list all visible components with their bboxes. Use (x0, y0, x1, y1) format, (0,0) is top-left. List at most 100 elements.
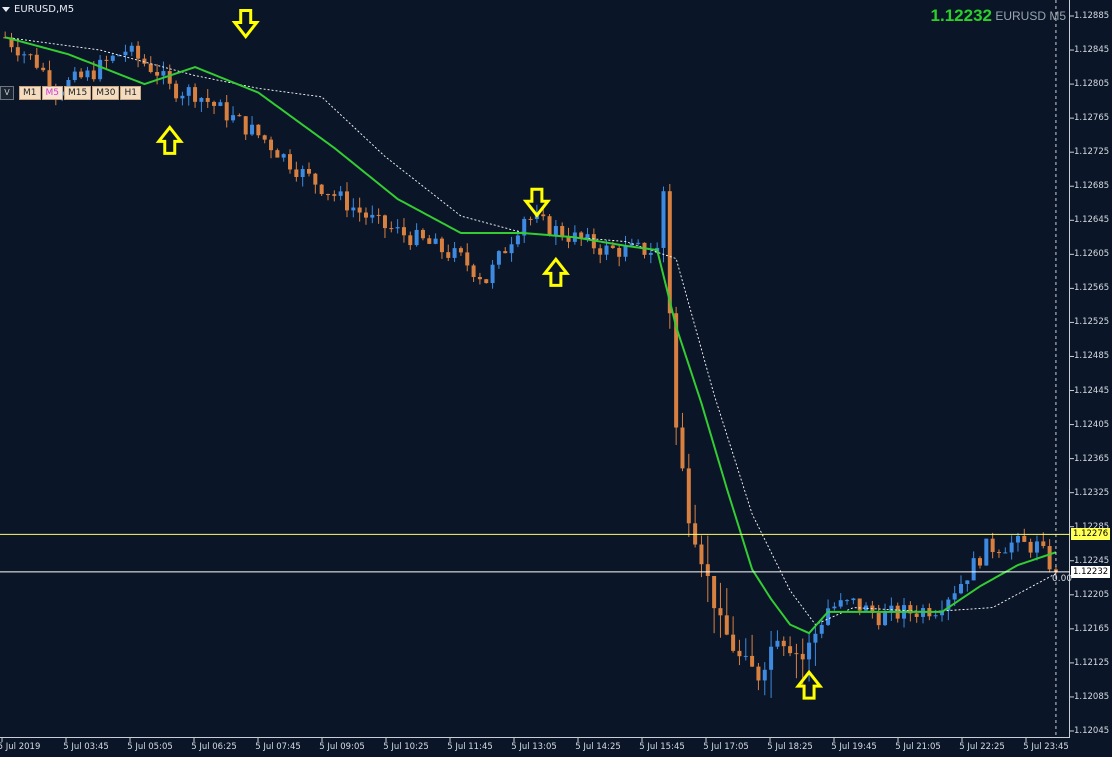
candle-body (237, 115, 242, 117)
candle-body (845, 600, 850, 602)
candle-body (636, 242, 641, 244)
candle-body (807, 642, 812, 660)
chart-canvas[interactable] (0, 0, 1112, 757)
time-axis-label: 5 Jul 10:25 (383, 742, 429, 752)
candle-body (22, 54, 27, 56)
candle-body (1003, 552, 1008, 554)
timeframe-m15-button[interactable]: M15 (64, 86, 92, 100)
candle-body (332, 194, 337, 196)
price-axis-label: 1.12845 (1074, 45, 1110, 56)
ma-fast-line (4, 36, 1057, 635)
candle-body (28, 54, 33, 56)
candle-body (1015, 535, 1020, 543)
candle-body (471, 265, 476, 277)
candle-body (231, 115, 236, 121)
candle-body (547, 216, 552, 236)
candle-body (1022, 535, 1027, 542)
candle-body (465, 252, 470, 266)
candle-body (79, 71, 84, 78)
candle-body (275, 150, 280, 158)
candle-body (661, 191, 666, 248)
candle-body (813, 633, 818, 643)
price-axis-label: 1.12525 (1074, 317, 1110, 328)
candle-body (566, 237, 571, 242)
candle-body (224, 102, 229, 121)
price-axis-label: 1.12325 (1074, 487, 1110, 498)
candle-body (1041, 541, 1046, 547)
price-axis-label: 1.12885 (1074, 11, 1110, 21)
candle-body (344, 191, 349, 211)
chart-area[interactable] (0, 0, 1074, 742)
candle-body (509, 244, 514, 254)
price-axis-label: 1.12605 (1074, 249, 1110, 260)
candle-body (357, 207, 362, 213)
candle-body (528, 218, 533, 220)
candle-body (85, 70, 90, 78)
time-axis-label: 5 Jul 07:45 (255, 742, 301, 752)
timeframe-m30-button[interactable]: M30 (92, 86, 120, 100)
candle-body (395, 227, 400, 229)
candle-body (617, 248, 622, 257)
candle-body (243, 116, 248, 135)
candle-body (288, 154, 293, 170)
candle-body (313, 173, 318, 185)
candle-body (281, 154, 286, 158)
candle-body (155, 72, 160, 76)
candle-body (699, 544, 704, 565)
candle-body (136, 45, 141, 59)
price-axis-label: 1.12365 (1074, 453, 1110, 464)
candle-body (883, 611, 888, 626)
ask-price-tag: 1.12276 (1071, 528, 1111, 541)
candle-body (363, 212, 368, 218)
candle-body (186, 87, 191, 96)
candle-body (718, 608, 723, 616)
candle-body (971, 558, 976, 581)
candle-body (104, 59, 109, 61)
price-axis-label: 1.12165 (1074, 623, 1110, 634)
arrow-up-icon (155, 124, 184, 155)
candle-body (914, 613, 919, 617)
time-axis-label: 5 Jul 21:05 (895, 742, 941, 752)
candle-body (414, 229, 419, 246)
candle-body (832, 606, 837, 609)
candle-body (1034, 541, 1039, 553)
candle-body (648, 252, 653, 255)
candle-body (439, 238, 444, 253)
price-axis-label: 1.12245 (1074, 555, 1110, 566)
candle-body (794, 653, 799, 655)
candle-body (446, 252, 451, 258)
candle-body (389, 228, 394, 230)
zero-label: 0.00 (1052, 574, 1073, 584)
time-axis-label: 5 Jul 03:45 (63, 742, 109, 752)
chart-title-label: EURUSD,M5 (14, 4, 75, 15)
candle-body (762, 669, 767, 681)
candle-body (838, 600, 843, 607)
candle-body (167, 71, 172, 84)
price-axis-label: 1.12645 (1074, 215, 1110, 226)
candle-body (996, 552, 1001, 554)
candle-body (110, 55, 115, 61)
timeframe-toggle-button[interactable]: V (0, 86, 14, 100)
candle-body (427, 238, 432, 244)
chevron-down-icon[interactable] (2, 7, 10, 12)
time-axis-label: 5 Jul 14:25 (575, 742, 621, 752)
time-axis-label: 5 Jul 18:25 (767, 742, 813, 752)
timeframe-m5-button[interactable]: M5 (41, 86, 63, 100)
candle-body (180, 95, 185, 99)
candle-body (408, 235, 413, 246)
price-axis-label: 1.12765 (1074, 113, 1110, 124)
time-axis-label: 5 Jul 22:25 (959, 742, 1005, 752)
chart-title[interactable]: EURUSD,M5 (2, 4, 74, 15)
candle-body (775, 640, 780, 647)
candle-body (756, 666, 761, 681)
timeframe-m1-button[interactable]: M1 (19, 86, 41, 100)
timeframe-h1-button[interactable]: H1 (120, 86, 141, 100)
candle-body (484, 279, 489, 284)
candle-body (958, 583, 963, 594)
candle-body (598, 248, 603, 255)
time-axis-label: 5 Jul 05:05 (127, 742, 173, 752)
candle-body (458, 248, 463, 253)
candle-body (218, 102, 223, 106)
candle-body (477, 276, 482, 280)
candle-body (250, 124, 255, 135)
